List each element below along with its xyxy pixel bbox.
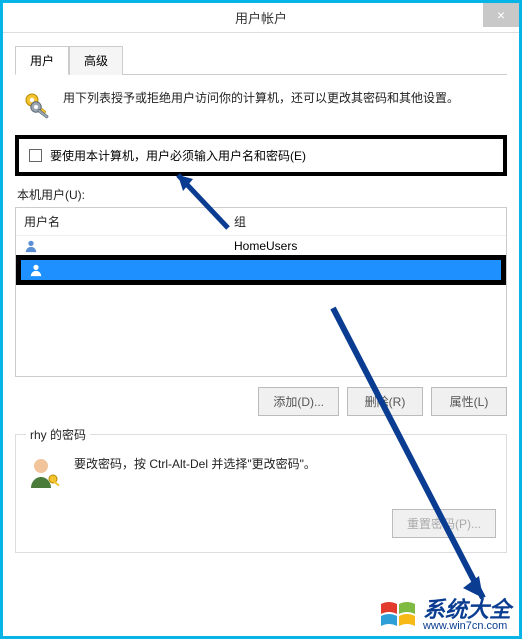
user-group-cell — [231, 268, 501, 272]
user-buttons: 添加(D)... 删除(R) 属性(L) — [15, 387, 507, 416]
user-icon — [29, 263, 43, 277]
add-button[interactable]: 添加(D)... — [258, 387, 339, 416]
users-list-label: 本机用户(U): — [17, 186, 507, 203]
list-header: 用户名 组 — [16, 208, 506, 236]
user-group-cell: HomeUsers — [226, 237, 506, 255]
intro-text: 用下列表授予或拒绝用户访问你的计算机，还可以更改其密码和其他设置。 — [63, 89, 459, 107]
col-group[interactable]: 组 — [226, 208, 506, 235]
keys-icon — [21, 89, 53, 121]
intro-row: 用下列表授予或拒绝用户访问你的计算机，还可以更改其密码和其他设置。 — [15, 75, 507, 131]
remove-button[interactable]: 删除(R) — [347, 387, 423, 416]
reset-password-button[interactable]: 重置密码(P)... — [392, 509, 496, 538]
watermark: 系统大全 www.win7cn.com — [379, 598, 511, 632]
windows-logo-icon — [379, 598, 419, 632]
window-title: 用户帐户 — [235, 8, 287, 27]
tab-strip: 用户 高级 — [15, 45, 507, 75]
password-group: rhy 的密码 要改密码，按 Ctrl-Alt-Del 并选择"更改密码"。 重… — [15, 426, 507, 553]
person-key-icon — [26, 455, 62, 491]
require-password-checkbox[interactable] — [29, 149, 42, 162]
require-password-label: 要使用本计算机，用户必须输入用户名和密码(E) — [50, 147, 306, 164]
close-icon: × — [497, 7, 505, 23]
watermark-text: 系统大全 — [423, 599, 511, 621]
password-legend: rhy 的密码 — [26, 426, 90, 443]
table-row[interactable] — [21, 260, 501, 280]
user-list[interactable]: 用户名 组 HomeUsers — [15, 207, 507, 377]
properties-button[interactable]: 属性(L) — [431, 387, 507, 416]
tab-users[interactable]: 用户 — [15, 46, 69, 75]
tab-advanced[interactable]: 高级 — [69, 46, 123, 75]
close-button[interactable]: × — [483, 3, 519, 27]
watermark-url: www.win7cn.com — [423, 621, 511, 632]
col-username[interactable]: 用户名 — [16, 208, 226, 235]
table-row[interactable]: HomeUsers — [16, 236, 506, 256]
require-password-group: 要使用本计算机，用户必须输入用户名和密码(E) — [15, 135, 507, 176]
titlebar: 用户帐户 × — [3, 3, 519, 33]
user-icon — [24, 239, 38, 253]
password-text: 要改密码，按 Ctrl-Alt-Del 并选择"更改密码"。 — [74, 455, 316, 473]
